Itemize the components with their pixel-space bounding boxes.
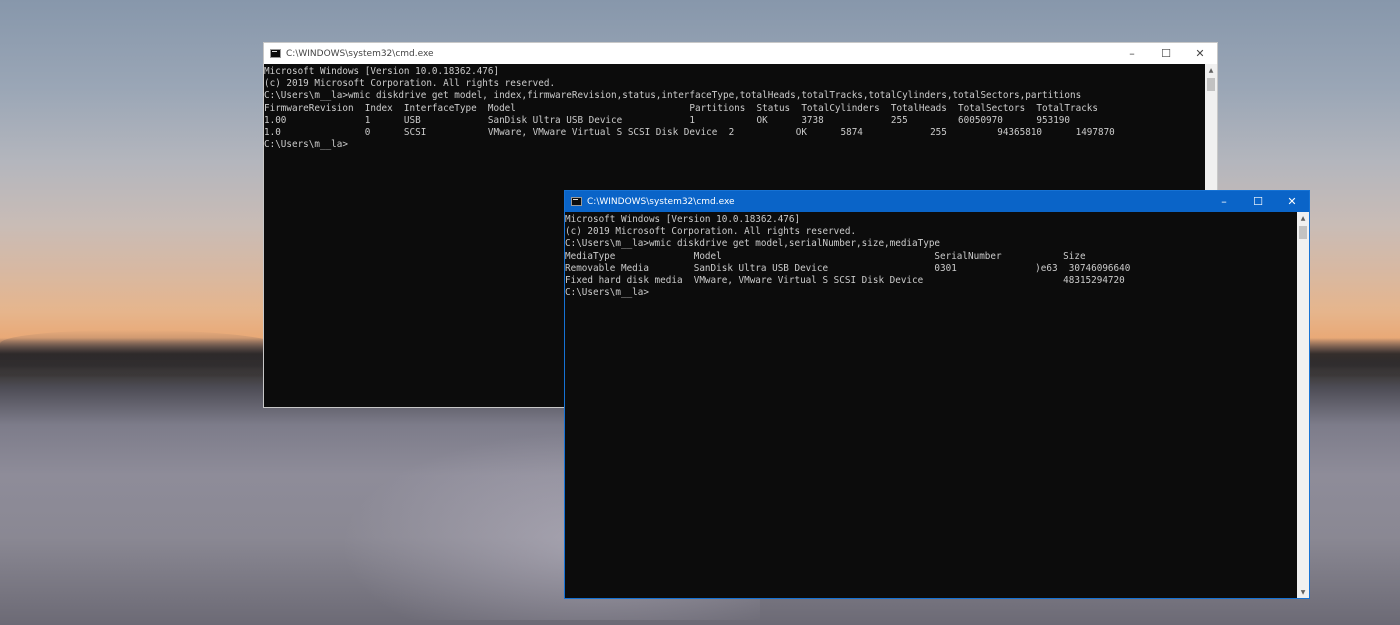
window-titlebar[interactable]: C:\WINDOWS\system32\cmd.exe – ☐ ✕ bbox=[264, 43, 1217, 64]
table-row: 1.0 0 SCSI VMware, VMware Virtual S SCSI… bbox=[264, 127, 1115, 139]
scrollbar-thumb[interactable] bbox=[1299, 226, 1307, 239]
minimize-button[interactable]: – bbox=[1207, 191, 1241, 212]
window-titlebar[interactable]: C:\WINDOWS\system32\cmd.exe – ☐ ✕ bbox=[565, 191, 1309, 212]
table-row: 1.00 1 USB SanDisk Ultra USB Device 1 OK… bbox=[264, 114, 1070, 126]
table-header: MediaType Model SerialNumber Size bbox=[565, 250, 1086, 262]
table-row: Removable Media SanDisk Ultra USB Device… bbox=[565, 262, 1131, 274]
cmd-app-icon bbox=[571, 197, 582, 206]
window-title: C:\WINDOWS\system32\cmd.exe bbox=[286, 48, 434, 59]
console-command: C:\Users\m__la>wmic diskdrive get model,… bbox=[264, 90, 1082, 102]
table-header: FirmwareRevision Index InterfaceType Mod… bbox=[264, 102, 1098, 114]
window-title: C:\WINDOWS\system32\cmd.exe bbox=[587, 196, 735, 207]
close-button[interactable]: ✕ bbox=[1183, 43, 1217, 64]
console-line: (c) 2019 Microsoft Corporation. All righ… bbox=[565, 226, 857, 238]
console-prompt: C:\Users\m__la> bbox=[264, 139, 348, 151]
scroll-up-icon[interactable]: ▲ bbox=[1297, 212, 1309, 224]
close-button[interactable]: ✕ bbox=[1275, 191, 1309, 212]
table-row: Fixed hard disk media VMware, VMware Vir… bbox=[565, 275, 1125, 287]
vertical-scrollbar[interactable]: ▲ ▼ bbox=[1297, 212, 1309, 598]
scroll-down-icon[interactable]: ▼ bbox=[1297, 586, 1309, 598]
maximize-button[interactable]: ☐ bbox=[1149, 43, 1183, 64]
cmd-window-front[interactable]: C:\WINDOWS\system32\cmd.exe – ☐ ✕ Micros… bbox=[564, 190, 1310, 599]
cmd-app-icon bbox=[270, 49, 281, 58]
console-line: Microsoft Windows [Version 10.0.18362.47… bbox=[264, 66, 500, 77]
minimize-button[interactable]: – bbox=[1115, 43, 1149, 64]
scroll-up-icon[interactable]: ▲ bbox=[1205, 64, 1217, 76]
console-command: C:\Users\m__la>wmic diskdrive get model,… bbox=[565, 238, 941, 250]
scrollbar-thumb[interactable] bbox=[1207, 78, 1215, 91]
maximize-button[interactable]: ☐ bbox=[1241, 191, 1275, 212]
console-output[interactable]: Microsoft Windows [Version 10.0.18362.47… bbox=[565, 212, 1297, 598]
console-line: (c) 2019 Microsoft Corporation. All righ… bbox=[264, 78, 556, 90]
console-line: Microsoft Windows [Version 10.0.18362.47… bbox=[565, 214, 801, 225]
console-prompt: C:\Users\m__la> bbox=[565, 287, 649, 299]
